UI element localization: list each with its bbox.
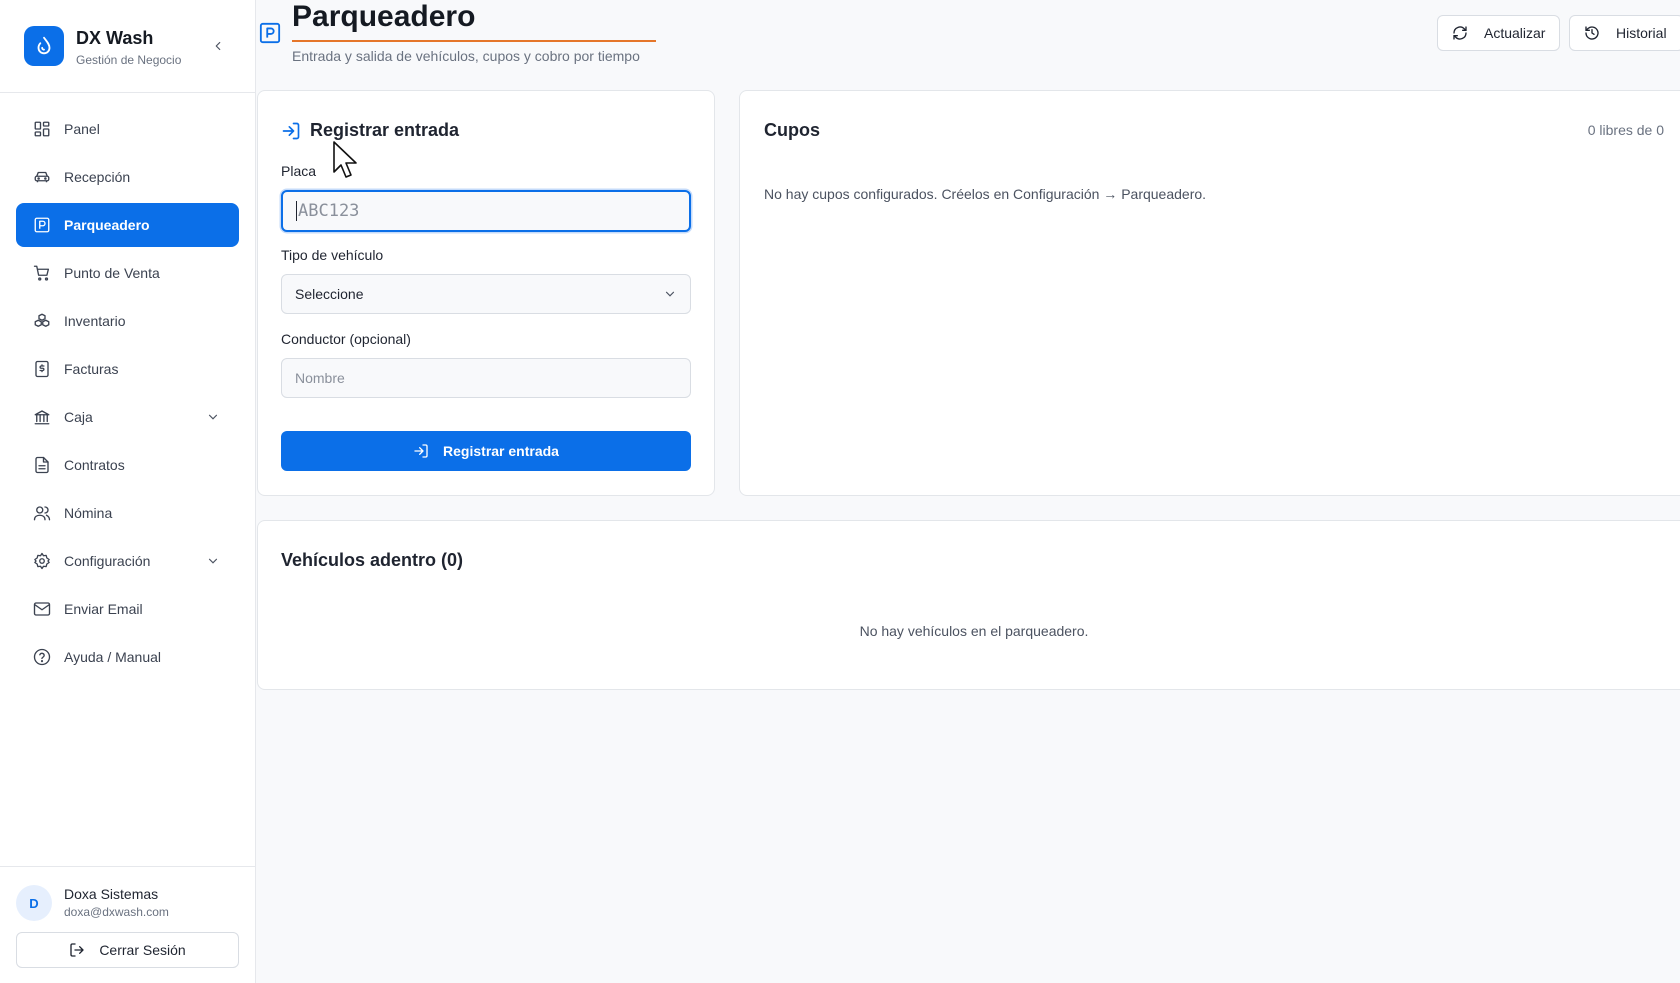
sidebar-item-configuracion[interactable]: Configuración — [16, 539, 239, 583]
sidebar-item-label: Configuración — [64, 553, 151, 569]
logout-icon — [69, 942, 85, 958]
history-button[interactable]: Historial — [1569, 15, 1680, 51]
sidebar-item-label: Contratos — [64, 457, 125, 473]
brand-name: DX Wash — [76, 28, 154, 48]
text-caret — [296, 201, 297, 221]
vehicles-inside-title: Vehículos adentro (0) — [281, 550, 464, 570]
chevron-left-icon — [215, 41, 221, 51]
login-arrow-icon — [281, 121, 301, 141]
title-underline — [292, 40, 656, 42]
brand-subtitle: Gestión de Negocio — [76, 53, 182, 67]
mail-icon — [32, 599, 52, 619]
chevron-down-icon — [663, 287, 677, 301]
placa-placeholder: ABC123 — [298, 201, 360, 221]
sidebar-item-panel[interactable]: Panel — [16, 107, 239, 151]
history-icon — [1584, 25, 1600, 41]
sidebar-item-label: Punto de Venta — [64, 265, 160, 281]
parking-icon — [259, 22, 281, 44]
user-panel: D Doxa Sistemas doxa@dxwash.com Cerrar S… — [0, 866, 255, 983]
collapse-sidebar-button[interactable] — [208, 36, 228, 56]
history-label: Historial — [1616, 25, 1667, 41]
refresh-button[interactable]: Actualizar — [1437, 15, 1560, 51]
users-icon — [32, 503, 52, 523]
gear-icon — [32, 551, 52, 571]
brand-header: DX Wash Gestión de Negocio — [0, 0, 255, 93]
register-entry-label: Registrar entrada — [443, 443, 559, 459]
tipo-vehiculo-value: Seleccione — [295, 286, 364, 302]
login-arrow-icon — [413, 443, 429, 459]
help-icon — [32, 647, 52, 667]
cupos-title: Cupos — [764, 120, 820, 140]
sidebar-item-caja[interactable]: Caja — [16, 395, 239, 439]
cupos-empty-message: No hay cupos configurados. Créelos en Co… — [764, 186, 1207, 202]
sidebar-item-label: Panel — [64, 121, 100, 137]
user-name: Doxa Sistemas — [64, 886, 159, 902]
vehicles-empty-message: No hay vehículos en el parqueadero. — [859, 623, 1089, 639]
vehicles-inside-card: Vehículos adentro (0) No hay vehículos e… — [257, 520, 1680, 690]
boxes-icon — [32, 311, 52, 331]
sidebar-item-label: Facturas — [64, 361, 119, 377]
sidebar-item-enviar-email[interactable]: Enviar Email — [16, 587, 239, 631]
page-subtitle: Entrada y salida de vehículos, cupos y c… — [292, 48, 640, 64]
parking-icon — [32, 215, 52, 235]
bank-icon — [32, 407, 52, 427]
sidebar-item-parqueadero[interactable]: Parqueadero — [16, 203, 239, 247]
droplet-logo-icon — [24, 26, 64, 66]
sidebar-item-label: Caja — [64, 409, 93, 425]
invoice-icon — [32, 359, 52, 379]
tipo-vehiculo-select[interactable]: Seleccione — [281, 274, 691, 314]
sidebar-nav: Panel Recepción Parqueadero Punto de Ven… — [16, 107, 239, 683]
entry-form-header: Registrar entrada — [281, 120, 459, 141]
sidebar-item-inventario[interactable]: Inventario — [16, 299, 239, 343]
logout-label: Cerrar Sesión — [99, 942, 186, 958]
sidebar-item-label: Nómina — [64, 505, 113, 521]
conductor-placeholder: Nombre — [295, 370, 345, 386]
sidebar-item-ayuda[interactable]: Ayuda / Manual — [16, 635, 239, 679]
page-title: Parqueadero — [292, 0, 476, 33]
cupos-card: Cupos 0 libres de 0 No hay cupos configu… — [739, 90, 1680, 496]
cart-icon — [32, 263, 52, 283]
sidebar-item-label: Recepción — [64, 169, 131, 185]
sidebar-item-facturas[interactable]: Facturas — [16, 347, 239, 391]
document-icon — [32, 455, 52, 475]
dashboard-icon — [32, 119, 52, 139]
entry-form-card: Registrar entrada Placa ABC123 Tipo de v… — [257, 90, 715, 496]
conductor-label: Conductor (opcional) — [281, 331, 411, 347]
sidebar-item-contratos[interactable]: Contratos — [16, 443, 239, 487]
sidebar-item-label: Ayuda / Manual — [64, 649, 162, 665]
refresh-label: Actualizar — [1484, 25, 1546, 41]
logout-button[interactable]: Cerrar Sesión — [16, 932, 239, 968]
sidebar-item-punto-de-venta[interactable]: Punto de Venta — [16, 251, 239, 295]
chevron-down-icon — [203, 407, 223, 427]
sidebar-item-recepcion[interactable]: Recepción — [16, 155, 239, 199]
avatar: D — [16, 885, 52, 921]
placa-input[interactable]: ABC123 — [281, 190, 691, 232]
refresh-icon — [1452, 25, 1468, 41]
sidebar-item-label: Inventario — [64, 313, 126, 329]
cupos-count: 0 libres de 0 — [1587, 122, 1664, 138]
sidebar-item-label: Enviar Email — [64, 601, 143, 617]
sidebar-item-label: Parqueadero — [64, 217, 150, 233]
sidebar: DX Wash Gestión de Negocio Panel Recepci… — [0, 0, 256, 983]
conductor-input[interactable]: Nombre — [281, 358, 691, 398]
chevron-down-icon — [203, 551, 223, 571]
placa-label: Placa — [281, 163, 317, 179]
sidebar-item-nomina[interactable]: Nómina — [16, 491, 239, 535]
user-email: doxa@dxwash.com — [64, 905, 169, 919]
car-icon — [32, 167, 52, 187]
register-entry-button[interactable]: Registrar entrada — [281, 431, 691, 471]
entry-form-title: Registrar entrada — [310, 120, 460, 140]
tipo-vehiculo-label: Tipo de vehículo — [281, 247, 384, 263]
